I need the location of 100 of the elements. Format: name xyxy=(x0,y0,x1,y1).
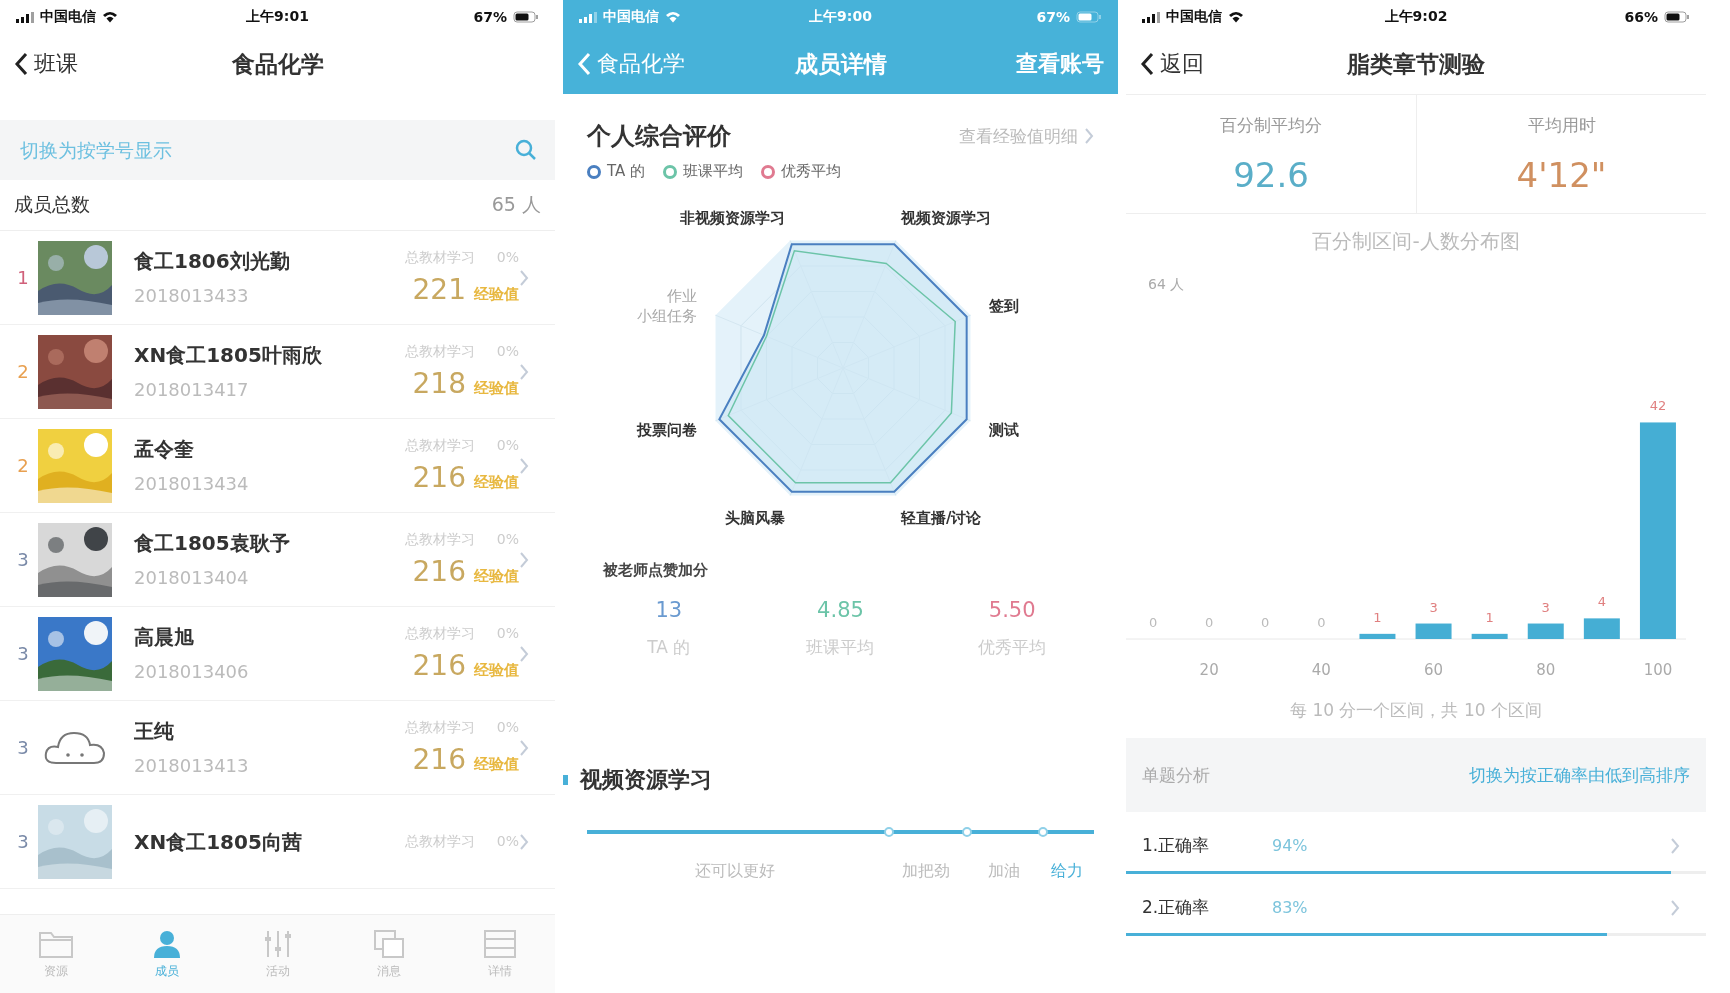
axis-max-label: 64 人 xyxy=(1148,276,1185,292)
bar-value-label: 42 xyxy=(1649,398,1667,414)
back-icon[interactable] xyxy=(1140,52,1154,76)
chart-caption: 每 10 分一个区间，共 10 个区间 xyxy=(1289,699,1543,722)
member-name: 王纯 xyxy=(134,717,174,745)
accuracy-value: 83% xyxy=(1272,898,1309,917)
legend-label: TA 的 xyxy=(607,162,646,181)
axis-label: 作业 小组任务 xyxy=(637,287,698,325)
accuracy-value: 94% xyxy=(1272,836,1309,855)
battery-percent: 66% xyxy=(1624,9,1658,25)
stat-value: 92.6 xyxy=(1233,154,1309,195)
experience-label: 经验值 xyxy=(474,285,519,304)
chevron-icon xyxy=(519,738,529,757)
experience-score: 216 xyxy=(412,743,466,776)
signal-icon xyxy=(579,11,597,23)
axis-tick-label: 40 xyxy=(1311,661,1331,679)
status-time: 上午9:01 xyxy=(246,8,309,26)
chevron-icon xyxy=(1670,836,1680,855)
axis-label: 测试 xyxy=(988,421,1019,439)
rank-number: 3 xyxy=(16,643,30,664)
signal-icon xyxy=(16,11,34,23)
experience-score: 216 xyxy=(412,461,466,494)
page-title: 脂类章节测验 xyxy=(1347,49,1485,79)
wifi-icon xyxy=(1228,11,1244,23)
stat-label: 平均用时 xyxy=(1527,113,1596,137)
chart-title: 百分制区间-人数分布图 xyxy=(1311,228,1521,255)
student-id: 2018013404 xyxy=(134,565,249,590)
question-label: 1.正确率 xyxy=(1142,834,1211,857)
analysis-label: 单题分析 xyxy=(1142,763,1210,787)
likes-value: 4.85 xyxy=(817,598,864,622)
experience-score: 218 xyxy=(412,367,466,400)
likes-title: 被老师点赞加分 xyxy=(601,560,709,581)
experience-score: 221 xyxy=(412,273,466,306)
battery-icon xyxy=(1076,11,1102,23)
axis-label: 投票问卷 xyxy=(637,421,698,439)
experience-label: 经验值 xyxy=(474,473,519,492)
histogram-bar xyxy=(1583,618,1620,639)
chevron-icon xyxy=(519,832,529,851)
experience-score: 216 xyxy=(412,555,466,588)
wifi-icon xyxy=(665,11,681,23)
stat-value: 4'12" xyxy=(1516,154,1607,195)
bar-value-label: 0 xyxy=(1261,615,1270,630)
experience-label: 经验值 xyxy=(474,567,519,586)
bar-value-label: 3 xyxy=(1429,599,1438,615)
rank-number: 3 xyxy=(16,549,30,570)
bar-value-label: 1 xyxy=(1373,609,1382,625)
page-title: 食品化学 xyxy=(231,49,324,79)
back-icon[interactable] xyxy=(14,52,28,76)
student-id: 2018013417 xyxy=(134,377,249,402)
axis-label: 签到 xyxy=(988,297,1019,315)
bar-value-label: 3 xyxy=(1541,599,1550,615)
histogram-bar xyxy=(1471,633,1508,639)
question-row[interactable]: 1.正确率 94% xyxy=(1126,834,1706,871)
member-count-label: 成员总数 xyxy=(14,192,90,217)
chevron-icon xyxy=(1084,127,1094,145)
member-name: XN食工1805叶雨欣 xyxy=(134,341,322,369)
bar-value-label: 0 xyxy=(1205,615,1214,630)
status-time: 上午9:00 xyxy=(809,8,872,26)
member-name: 食工1806刘光勤 xyxy=(134,247,290,275)
experience-score: 216 xyxy=(412,649,466,682)
chevron-icon xyxy=(1670,898,1680,917)
page-title: 成员详情 xyxy=(794,49,887,79)
chevron-icon xyxy=(519,644,529,663)
axis-label: 视频资源学习 xyxy=(901,209,991,228)
search-field[interactable]: 切换为按学号显示 xyxy=(18,138,322,162)
rank-number: 3 xyxy=(16,831,30,852)
question-row[interactable]: 2.正确率 83% xyxy=(1126,896,1706,933)
search-icon xyxy=(515,139,537,161)
axis-label: 轻直播/讨论 xyxy=(901,508,982,527)
chevron-icon xyxy=(519,456,529,475)
legend-label: 班课平均 xyxy=(683,162,744,181)
back-label[interactable]: 班课 xyxy=(34,49,78,79)
rank-number: 1 xyxy=(16,267,30,288)
question-label: 2.正确率 xyxy=(1142,896,1211,919)
section-marker xyxy=(563,775,568,785)
wifi-icon xyxy=(102,11,118,23)
bar-value-label: 1 xyxy=(1485,609,1494,625)
bar-value-label: 0 xyxy=(1148,615,1158,630)
experience-label: 经验值 xyxy=(474,755,519,774)
carrier-name: 中国电信 xyxy=(40,8,96,26)
stat-label: 百分制平均分 xyxy=(1220,113,1322,137)
axis-label: 非视频资源学习 xyxy=(680,209,785,228)
battery-icon xyxy=(513,11,539,23)
back-label[interactable]: 返回 xyxy=(1160,49,1204,79)
carrier-name: 中国电信 xyxy=(603,8,659,26)
member-name: XN食工1805向茜 xyxy=(134,828,302,856)
chevron-icon xyxy=(519,362,529,381)
student-id: 2018013434 xyxy=(134,471,249,496)
list-icon xyxy=(481,928,518,959)
section-title: 个人综合评价 xyxy=(587,121,731,152)
battery-icon xyxy=(1664,11,1690,23)
legend-label: 优秀平均 xyxy=(781,162,842,181)
student-id: 2018013413 xyxy=(134,753,249,778)
rank-number: 2 xyxy=(16,361,30,382)
bar-value-label: 0 xyxy=(1317,615,1326,630)
battery-percent: 67% xyxy=(473,9,507,25)
axis-tick-label: 60 xyxy=(1424,661,1444,679)
likes-value: 13 xyxy=(655,598,683,622)
battery-percent: 67% xyxy=(1036,9,1070,25)
student-id: 2018013433 xyxy=(134,283,249,308)
